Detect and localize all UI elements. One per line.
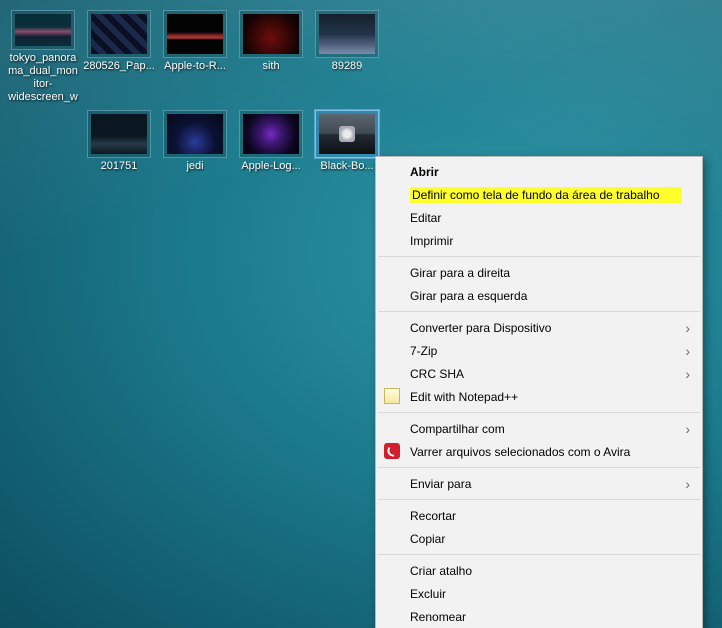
thumbnail-image <box>91 114 147 154</box>
desktop-icon-label: sith <box>262 60 279 73</box>
desktop-icon[interactable]: sith <box>234 4 308 104</box>
context-menu-label: Girar para a direita <box>410 266 682 280</box>
context-menu-label: Criar atalho <box>410 564 682 578</box>
context-menu-label: Definir como tela de fundo da área de tr… <box>410 187 682 203</box>
desktop-icon-label: Apple-Log... <box>241 160 300 173</box>
context-menu-label: Abrir <box>410 165 682 179</box>
context-menu-label: Excluir <box>410 587 682 601</box>
desktop-icon[interactable]: jedi <box>158 104 232 204</box>
chevron-right-icon: › <box>685 476 690 492</box>
desktop-icon[interactable]: 89289 <box>310 4 384 104</box>
thumbnail-frame <box>11 10 75 50</box>
menu-separator <box>378 311 700 312</box>
context-menu-item[interactable]: Girar para a esquerda <box>376 284 702 307</box>
context-menu-item[interactable]: Edit with Notepad++ <box>376 385 702 408</box>
menu-separator <box>378 554 700 555</box>
desktop-icon-label: 89289 <box>332 60 363 73</box>
thumbnail-frame <box>163 110 227 158</box>
context-menu-item[interactable]: Converter para Dispositivo› <box>376 316 702 339</box>
context-menu-item[interactable]: Recortar <box>376 504 702 527</box>
avira-icon <box>384 443 400 459</box>
context-menu-label: Editar <box>410 211 682 225</box>
thumbnail-frame <box>239 110 303 158</box>
context-menu-item[interactable]: Compartilhar com› <box>376 417 702 440</box>
thumbnail-frame <box>239 10 303 58</box>
context-menu-label: Renomear <box>410 610 682 624</box>
context-menu-item[interactable]: Copiar <box>376 527 702 550</box>
desktop-icon[interactable]: Black-Bo... <box>310 104 384 204</box>
desktop-icon[interactable]: Apple-Log... <box>234 104 308 204</box>
thumbnail-image <box>243 14 299 54</box>
context-menu-label: CRC SHA <box>410 367 685 381</box>
desktop-icon-label: 201751 <box>101 160 138 173</box>
chevron-right-icon: › <box>685 320 690 336</box>
context-menu-item[interactable]: 7-Zip› <box>376 339 702 362</box>
thumbnail-frame <box>315 110 379 158</box>
context-menu-label: Varrer arquivos selecionados com o Avira <box>410 445 682 459</box>
menu-separator <box>378 499 700 500</box>
menu-separator <box>378 412 700 413</box>
desktop-icon-label: Apple-to-R... <box>164 60 226 73</box>
thumbnail-frame <box>315 10 379 58</box>
context-menu-item[interactable]: Varrer arquivos selecionados com o Avira <box>376 440 702 463</box>
desktop-icon-label: 280526_Pap... <box>83 60 155 73</box>
context-menu-item[interactable]: Imprimir <box>376 229 702 252</box>
desktop-icon[interactable]: Apple-to-R... <box>158 4 232 104</box>
context-menu-item[interactable]: Criar atalho <box>376 559 702 582</box>
desktop-icon[interactable]: 280526_Pap... <box>82 4 156 104</box>
context-menu-label: Converter para Dispositivo <box>410 321 685 335</box>
context-menu-label: Girar para a esquerda <box>410 289 682 303</box>
context-menu: Abrir Definir como tela de fundo da área … <box>375 156 703 628</box>
context-menu-label: Enviar para <box>410 477 685 491</box>
context-menu-label: Copiar <box>410 532 682 546</box>
desktop-icon-label: Black-Bo... <box>320 160 373 173</box>
context-menu-item[interactable]: Renomear <box>376 605 702 628</box>
thumbnail-image <box>167 114 223 154</box>
desktop[interactable]: tokyo_panorama_dual_monitor-widescreen_w… <box>0 0 722 628</box>
context-menu-label: Imprimir <box>410 234 682 248</box>
context-menu-item[interactable]: Girar para a direita <box>376 261 702 284</box>
notepad-icon <box>384 388 400 404</box>
thumbnail-image <box>319 14 375 54</box>
thumbnail-image <box>319 114 375 154</box>
context-menu-item[interactable]: CRC SHA› <box>376 362 702 385</box>
thumbnail-frame <box>87 10 151 58</box>
thumbnail-image <box>243 114 299 154</box>
chevron-right-icon: › <box>685 366 690 382</box>
context-menu-label: Compartilhar com <box>410 422 685 436</box>
desktop-icon-label: jedi <box>186 160 203 173</box>
desktop-icon-label: tokyo_panorama_dual_monitor-widescreen_w… <box>7 52 79 104</box>
thumbnail-frame <box>87 110 151 158</box>
desktop-icon[interactable]: 201751 <box>82 104 156 204</box>
context-menu-item[interactable]: Editar <box>376 206 702 229</box>
chevron-right-icon: › <box>685 343 690 359</box>
context-menu-item[interactable]: Enviar para› <box>376 472 702 495</box>
menu-separator <box>378 256 700 257</box>
context-menu-item[interactable]: Excluir <box>376 582 702 605</box>
context-menu-item[interactable]: Definir como tela de fundo da área de tr… <box>376 183 702 206</box>
menu-separator <box>378 467 700 468</box>
desktop-icons-grid: tokyo_panorama_dual_monitor-widescreen_w… <box>6 4 384 204</box>
thumbnail-image <box>91 14 147 54</box>
thumbnail-image <box>167 14 223 54</box>
chevron-right-icon: › <box>685 421 690 437</box>
thumbnail-frame <box>163 10 227 58</box>
context-menu-item[interactable]: Abrir <box>376 160 702 183</box>
thumbnail-image <box>15 14 71 46</box>
context-menu-label: 7-Zip <box>410 344 685 358</box>
desktop-icon[interactable]: tokyo_panorama_dual_monitor-widescreen_w… <box>6 4 80 104</box>
context-menu-label: Edit with Notepad++ <box>410 390 682 404</box>
context-menu-label: Recortar <box>410 509 682 523</box>
